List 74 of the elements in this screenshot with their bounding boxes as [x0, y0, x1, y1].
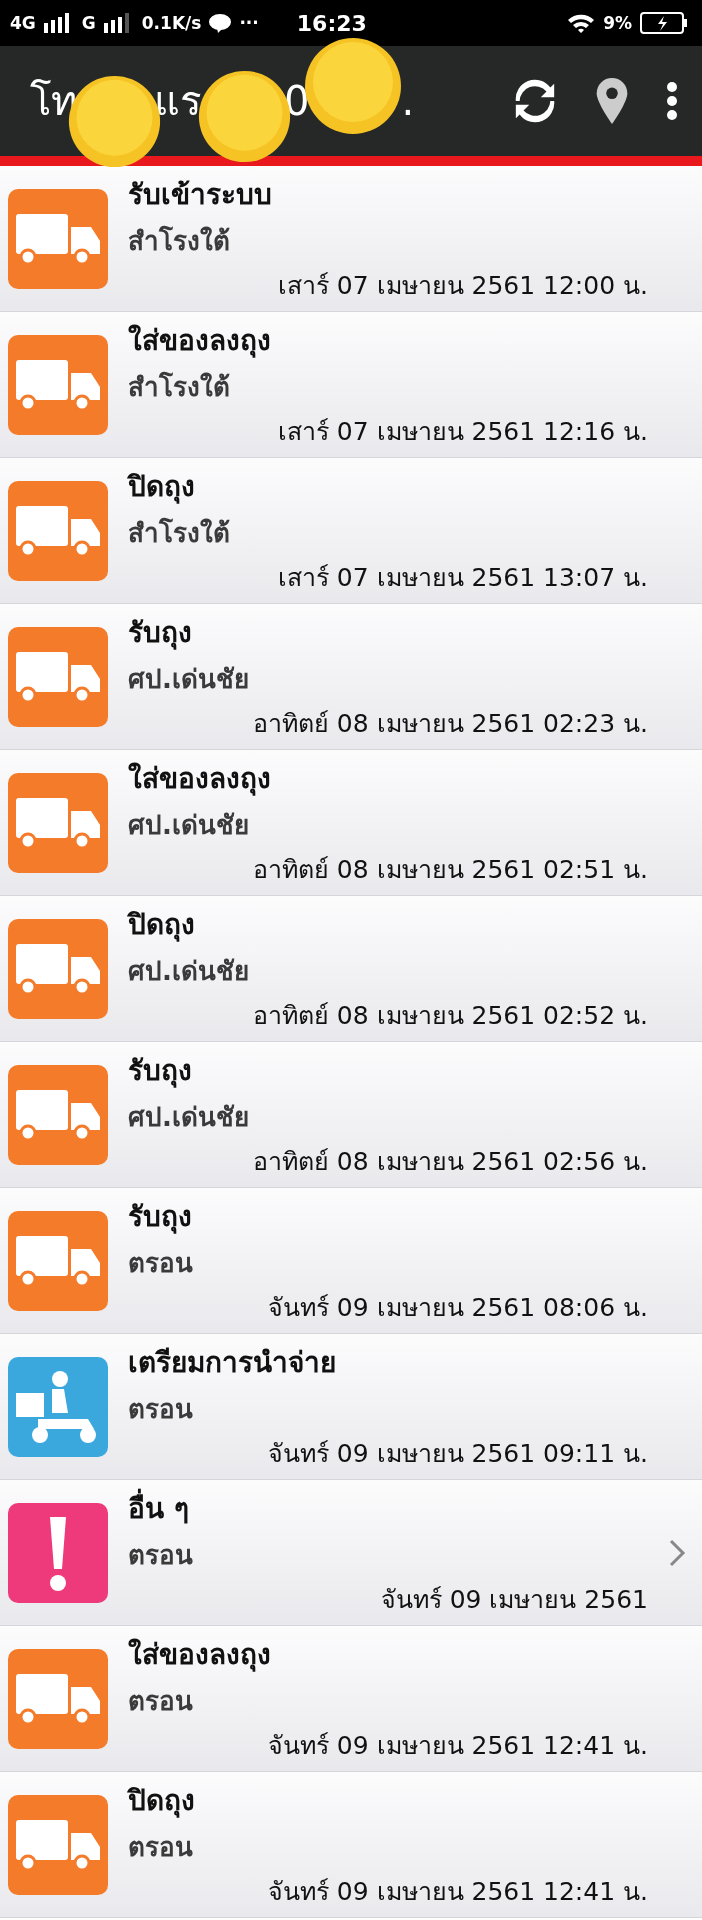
status-title: รับถุง [128, 1053, 192, 1090]
more-icon [666, 81, 678, 121]
truck-icon [8, 626, 108, 727]
tracking-row[interactable]: ปิดถุง สำโรงใต้ เสาร์ 07 เมษายน 2561 13:07 น. [0, 458, 702, 604]
tracking-row[interactable]: ปิดถุง ตรอน จันทร์ 09 เมษายน 2561 12:41 น. [0, 1772, 702, 1918]
date-label: จันทร์ 09 เมษายน 2561 12:41 น. [267, 1876, 648, 1908]
truck-icon [8, 772, 108, 873]
location-label: ตรอน [128, 1393, 193, 1426]
date-label: อาทิตย์ 08 เมษายน 2561 02:23 น. [252, 708, 648, 740]
tracking-row[interactable]: ใส่ของลงถุง สำโรงใต้ เสาร์ 07 เมษายน 2561 12:16 น. [0, 312, 702, 458]
chat-bubble-icon [209, 13, 232, 33]
clock: 16:23 [296, 10, 367, 36]
network-label: G [81, 13, 96, 33]
date-label: จันทร์ 09 เมษายน 2561 [380, 1584, 648, 1616]
date-label: อาทิตย์ 08 เมษายน 2561 02:52 น. [252, 1000, 648, 1032]
status-title: ใส่ของลงถุง [128, 323, 271, 360]
truck-icon [8, 334, 108, 435]
speed-label: 0.1K/s [141, 13, 202, 33]
truck-icon [8, 480, 108, 581]
delivery-scooter-icon [8, 1356, 108, 1457]
tracking-row[interactable]: รับเข้าระบบ สำโรงใต้ เสาร์ 07 เมษายน 2561 12:00 น. [0, 166, 702, 312]
truck-icon [8, 1064, 108, 1165]
battery-percent: 9% [603, 13, 632, 33]
status-title: อื่น ๆ [128, 1486, 189, 1530]
location-label: ศป.เด่นชัย [128, 1101, 249, 1134]
exclamation-icon [8, 1502, 108, 1603]
status-title: ปิดถุง [128, 469, 195, 506]
battery-icon [640, 12, 688, 34]
date-label: จันทร์ 09 เมษายน 2561 12:41 น. [267, 1730, 648, 1762]
date-label: เสาร์ 07 เมษายน 2561 13:07 น. [277, 562, 648, 594]
status-title: ใส่ของลงถุง [128, 1637, 271, 1674]
location-label: สำโรงใต้ [128, 370, 230, 404]
date-label: อาทิตย์ 08 เมษายน 2561 02:51 น. [252, 854, 648, 886]
tracking-row[interactable]: รับถุง ตรอน จันทร์ 09 เมษายน 2561 08:06 น. [0, 1188, 702, 1334]
status-title: ปิดถุง [128, 907, 195, 944]
location-label: สำโรงใต้ [128, 516, 230, 550]
location-label: ศป.เด่นชัย [128, 955, 249, 988]
status-title: ใส่ของลงถุง [128, 761, 271, 798]
wifi-icon [567, 12, 596, 34]
tracking-row[interactable]: อื่น ๆ ตรอน จันทร์ 09 เมษายน 2561 [0, 1480, 702, 1626]
date-label: จันทร์ 09 เมษายน 2561 08:06 น. [267, 1292, 648, 1324]
location-label: ศป.เด่นชัย [128, 663, 249, 696]
location-label: ตรอน [128, 1247, 193, 1280]
truck-icon [8, 1648, 108, 1749]
location-label: ตรอน [128, 1831, 193, 1864]
tracking-row[interactable]: ใส่ของลงถุง ตรอน จันทร์ 09 เมษายน 2561 12:41 น. [0, 1626, 702, 1772]
status-title: เตรียมการนำจ่าย [128, 1345, 336, 1381]
app-title: . [401, 78, 415, 124]
app-title: 0 [284, 78, 310, 124]
tracking-row[interactable]: ปิดถุง ศป.เด่นชัย อาทิตย์ 08 เมษายน 2561 02:52 น. [0, 896, 702, 1042]
tracking-row[interactable]: ใส่ของลงถุง ศป.เด่นชัย อาทิตย์ 08 เมษายน 2561 02:51 น. [0, 750, 702, 896]
tracking-row[interactable]: เตรียมการนำจ่าย ตรอน จันทร์ 09 เมษายน 2561 09:11 น. [0, 1334, 702, 1480]
app-title: แร [154, 77, 201, 126]
status-title: ปิดถุง [128, 1783, 195, 1820]
location-label: ตรอน [128, 1685, 193, 1718]
status-title: รับเข้าระบบ [128, 177, 272, 213]
truck-icon [8, 918, 108, 1019]
status-title: รับถุง [128, 615, 192, 652]
tracking-row[interactable]: รับถุง ศป.เด่นชัย อาทิตย์ 08 เมษายน 2561 02:23 น. [0, 604, 702, 750]
tracking-row[interactable]: รับถุง ศป.เด่นชัย อาทิตย์ 08 เมษายน 2561 02:56 น. [0, 1042, 702, 1188]
location-label: ตรอน [128, 1539, 193, 1572]
status-title: รับถุง [128, 1199, 192, 1236]
location-label: สำโรงใต้ [128, 224, 230, 258]
date-label: จันทร์ 09 เมษายน 2561 09:11 น. [267, 1438, 648, 1470]
date-label: เสาร์ 07 เมษายน 2561 12:16 น. [277, 416, 648, 448]
network-label: 4G [10, 13, 36, 33]
truck-icon [8, 188, 108, 289]
truck-icon [8, 1210, 108, 1311]
location-label: ศป.เด่นชัย [128, 809, 249, 842]
map-pin-icon [596, 78, 628, 124]
date-label: อาทิตย์ 08 เมษายน 2561 02:56 น. [252, 1146, 648, 1178]
truck-icon [8, 1794, 108, 1895]
date-label: เสาร์ 07 เมษายน 2561 12:00 น. [277, 270, 648, 302]
more-notifications: ··· [239, 13, 259, 33]
